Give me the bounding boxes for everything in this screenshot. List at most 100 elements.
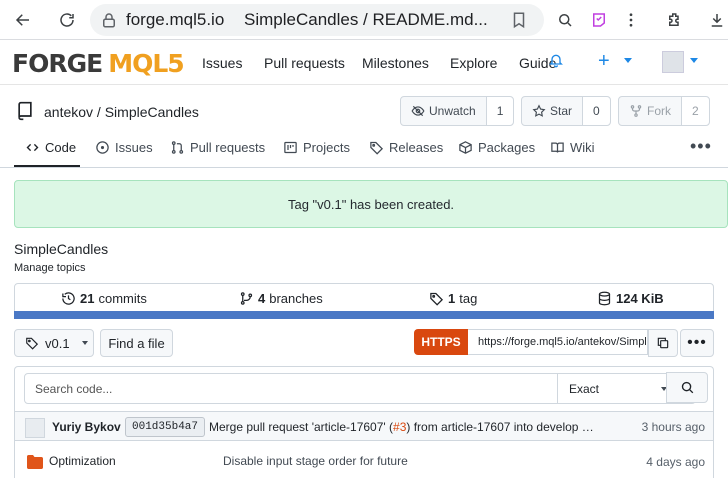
address-bar[interactable]: forge.mql5.io SimpleCandles / README.md.… <box>90 4 544 36</box>
commit-author-name[interactable]: Yuriy Bykov <box>52 420 121 434</box>
chevron-down-icon <box>81 341 88 345</box>
unwatch-label[interactable]: Unwatch <box>401 97 486 125</box>
page-search-icon[interactable] <box>550 5 580 35</box>
tab-issues[interactable]: Issues <box>95 140 153 155</box>
fork-label[interactable]: Fork <box>619 97 681 125</box>
tab-issues-label: Issues <box>115 140 153 155</box>
file-listing: Exact Yuriy Bykov 001d35b4a7 Merge pull … <box>14 366 714 478</box>
manage-topics-link[interactable]: Manage topics <box>14 262 86 274</box>
repo-icon <box>18 101 32 121</box>
tags-stat[interactable]: 1 tag <box>429 291 477 306</box>
url-domain: forge.mql5.io <box>126 10 225 29</box>
search-mode-dropdown[interactable]: Exact <box>557 374 677 403</box>
clone-more-options-button[interactable]: ••• <box>680 329 714 357</box>
tab-packages[interactable]: Packages <box>458 140 535 155</box>
repo-name-link[interactable]: SimpleCandles <box>105 104 199 120</box>
tags-count: 1 <box>448 291 456 306</box>
file-last-commit-message[interactable]: Disable input stage order for future <box>223 454 408 468</box>
extensions-icon[interactable] <box>660 5 690 35</box>
logo-forge-text: FORGE <box>12 48 103 78</box>
download-icon[interactable] <box>702 5 728 35</box>
history-icon <box>62 292 75 305</box>
menu-dots-icon[interactable] <box>616 5 646 35</box>
unwatch-button[interactable]: Unwatch 1 <box>400 96 515 126</box>
branches-stat[interactable]: 4 branches <box>239 291 323 306</box>
star-icon <box>532 104 546 117</box>
find-file-button[interactable]: Find a file <box>100 329 173 357</box>
commits-label: commits <box>98 291 147 306</box>
watch-count[interactable]: 1 <box>485 97 514 125</box>
more-tabs-icon[interactable]: ••• <box>690 136 712 157</box>
repo-owner-link[interactable]: antekov <box>44 104 93 120</box>
star-button[interactable]: Star 0 <box>521 96 611 126</box>
book-icon <box>551 142 564 153</box>
fork-text: Fork <box>647 104 671 118</box>
copy-url-button[interactable] <box>648 329 678 357</box>
tab-wiki[interactable]: Wiki <box>550 140 595 155</box>
commit-sha-button[interactable]: 001d35b4a7 <box>125 417 206 437</box>
fork-button[interactable]: Fork 2 <box>618 96 710 126</box>
star-count[interactable]: 0 <box>582 97 610 125</box>
folder-icon <box>27 455 43 469</box>
nav-explore[interactable]: Explore <box>450 55 497 71</box>
branches-label: branches <box>269 291 323 306</box>
logo-mql5-text: MQL5 <box>108 48 184 78</box>
create-new-icon[interactable]: + <box>598 51 610 71</box>
commit-message-suffix: ) from article-17607 into develop … <box>406 420 594 434</box>
current-ref: v0.1 <box>45 335 70 351</box>
forge-logo[interactable]: FORGE MQL5 <box>12 48 185 78</box>
flash-success-message: Tag "v0.1" has been created. <box>14 180 728 228</box>
tab-projects-label: Projects <box>303 140 350 155</box>
repo-tabs: Code Issues Pull requests Projects Relea… <box>0 130 728 168</box>
pull-request-link[interactable]: #3 <box>393 420 406 434</box>
user-avatar[interactable] <box>662 51 684 73</box>
site-navbar: FORGE MQL5 Issues Pull requests Mileston… <box>0 40 728 85</box>
code-icon <box>26 143 39 152</box>
file-last-commit-time: 4 days ago <box>646 455 705 469</box>
file-name[interactable]: Optimization <box>49 454 116 468</box>
nav-milestones[interactable]: Milestones <box>362 55 429 71</box>
commit-author-avatar[interactable] <box>25 418 45 438</box>
tag-icon <box>370 141 384 155</box>
search-icon <box>681 381 693 394</box>
code-search-input[interactable] <box>25 374 557 403</box>
bookmark-icon[interactable] <box>510 11 528 29</box>
branch-selector[interactable]: v0.1 <box>14 329 94 357</box>
search-mode-value: Exact <box>569 382 600 396</box>
latest-commit-row: Yuriy Bykov 001d35b4a7 Merge pull reques… <box>15 411 713 441</box>
https-protocol-button[interactable]: HTTPS <box>414 329 468 355</box>
create-menu-caret-icon[interactable] <box>624 58 632 63</box>
branch-icon <box>240 292 253 305</box>
back-icon[interactable] <box>8 5 38 35</box>
tab-pull-requests[interactable]: Pull requests <box>170 140 265 155</box>
nav-pull-requests[interactable]: Pull requests <box>264 55 345 71</box>
copilot-icon[interactable] <box>584 5 614 35</box>
star-label[interactable]: Star <box>522 97 582 125</box>
tab-code[interactable]: Code <box>25 140 76 155</box>
reload-icon[interactable] <box>52 5 82 35</box>
repo-description-title: SimpleCandles <box>14 241 109 257</box>
code-search-bar: Exact <box>24 373 696 404</box>
repo-separator: / <box>93 104 105 120</box>
user-menu-caret-icon[interactable] <box>690 58 698 63</box>
tab-releases[interactable]: Releases <box>369 140 443 155</box>
fork-count[interactable]: 2 <box>681 97 709 125</box>
tab-releases-label: Releases <box>389 140 444 155</box>
code-search-button[interactable] <box>666 372 708 403</box>
commits-stat[interactable]: 21 commits <box>61 291 147 306</box>
tab-wiki-label: Wiki <box>570 140 595 155</box>
tab-pull-requests-label: Pull requests <box>190 140 266 155</box>
language-bar[interactable] <box>14 311 714 319</box>
file-row[interactable]: Optimization Disable input stage order f… <box>15 447 713 477</box>
tab-projects[interactable]: Projects <box>283 140 350 155</box>
unwatch-text: Unwatch <box>429 104 476 118</box>
tag-icon <box>430 292 444 306</box>
notification-bell-icon[interactable] <box>548 52 564 68</box>
tab-packages-label: Packages <box>478 140 536 155</box>
clone-url-field[interactable]: https://forge.mql5.io/antekov/SimpleCand… <box>468 329 648 355</box>
site-info-icon[interactable] <box>100 11 118 29</box>
nav-issues[interactable]: Issues <box>202 55 242 71</box>
commit-message[interactable]: Merge pull request 'article-17607' (#3) … <box>209 420 617 434</box>
url-page-title: SimpleCandles / README.md... <box>244 10 488 29</box>
commit-time: 3 hours ago <box>641 420 705 434</box>
